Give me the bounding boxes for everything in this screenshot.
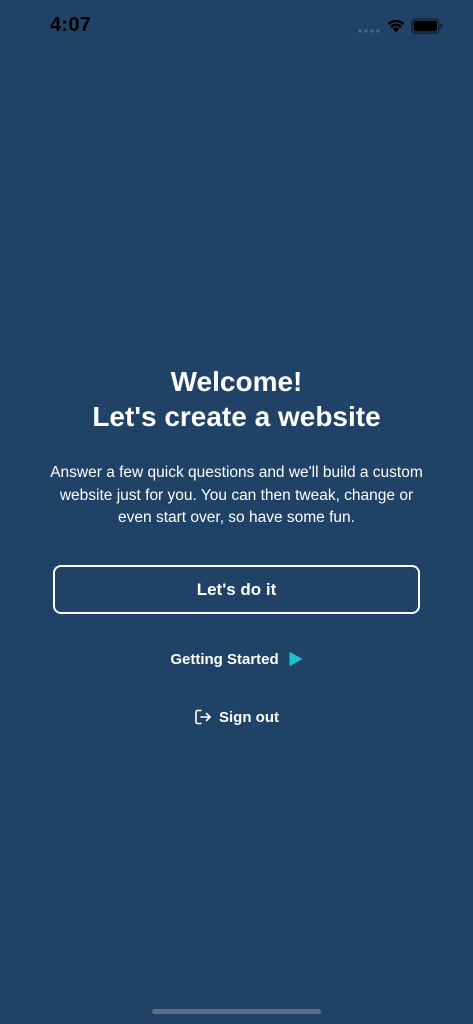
- status-bar: 4:07: [0, 0, 473, 54]
- status-time: 4:07: [50, 14, 92, 36]
- home-indicator[interactable]: [152, 1009, 321, 1014]
- getting-started-label: Getting Started: [170, 650, 279, 668]
- play-icon: [289, 651, 303, 667]
- getting-started-link[interactable]: Getting Started: [0, 648, 473, 670]
- page-title: Welcome! Let's create a website: [0, 364, 473, 434]
- signal-dots-icon: [358, 29, 380, 33]
- battery-icon: [411, 18, 443, 34]
- sign-out-link[interactable]: Sign out: [0, 706, 473, 728]
- welcome-content: Welcome! Let's create a website Answer a…: [0, 364, 473, 530]
- intro-text: Answer a few quick questions and we'll b…: [50, 464, 423, 526]
- welcome-screen: 4:07 Welcome! Let's create a website Ans…: [0, 0, 473, 1024]
- title-line-2: Let's create a website: [92, 401, 381, 432]
- wifi-icon: [387, 19, 405, 33]
- sign-out-icon: [195, 709, 211, 725]
- sign-out-label: Sign out: [219, 708, 279, 726]
- lets-do-it-button[interactable]: Let's do it: [53, 565, 420, 614]
- title-line-1: Welcome!: [170, 366, 303, 397]
